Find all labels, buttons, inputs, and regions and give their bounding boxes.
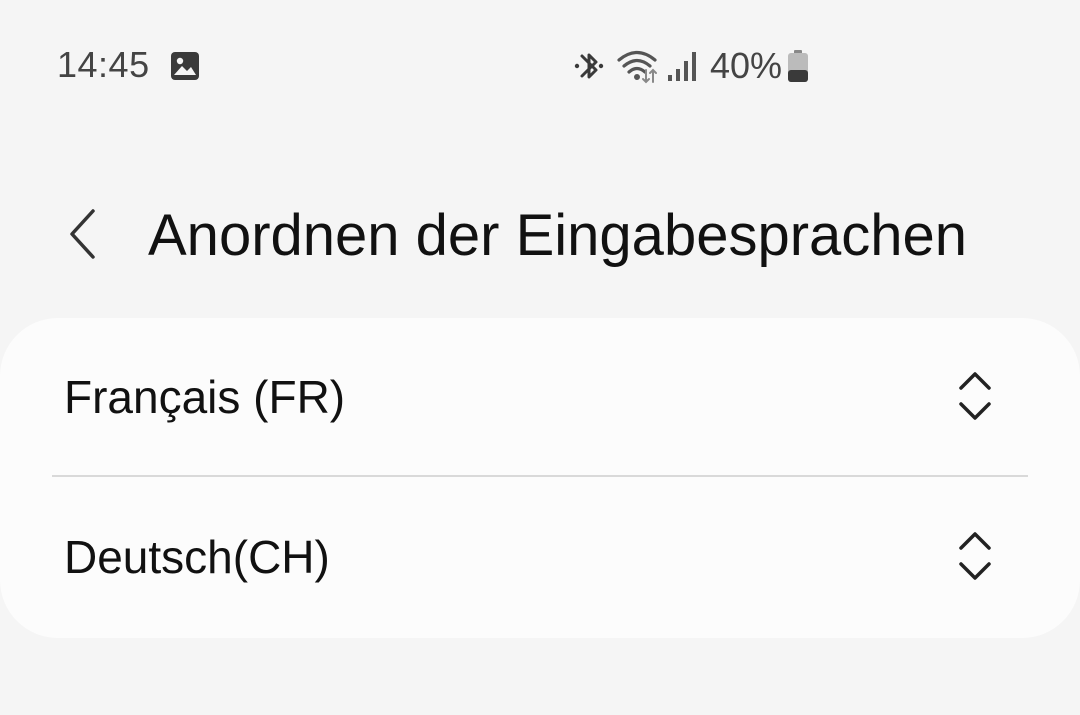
reorder-arrows-icon[interactable] [955,370,995,424]
battery-icon [788,50,809,82]
list-item-german[interactable]: Deutsch(CH) [0,478,1080,636]
header: Anordnen der Eingabesprachen [0,190,1080,286]
list-item-french[interactable]: Français (FR) [0,318,1080,476]
chevron-left-icon [70,209,95,259]
divider [52,475,1028,477]
bluetooth-icon [574,53,604,79]
wifi-icon [617,50,657,84]
language-list: Français (FR) Deutsch(CH) [0,318,1080,638]
language-label: Français (FR) [64,371,346,423]
status-bar: 14:45 40% [0,0,1080,130]
status-indicators: 40% [572,44,810,88]
gallery-icon [171,52,199,80]
reorder-arrows-icon[interactable] [955,530,995,584]
signal-icon [668,52,696,81]
back-button[interactable] [58,204,106,264]
language-label: Deutsch(CH) [64,531,330,583]
page-title: Anordnen der Eingabesprachen [148,203,968,268]
battery-percent: 40% [710,45,783,86]
status-time: 14:45 [57,44,150,85]
